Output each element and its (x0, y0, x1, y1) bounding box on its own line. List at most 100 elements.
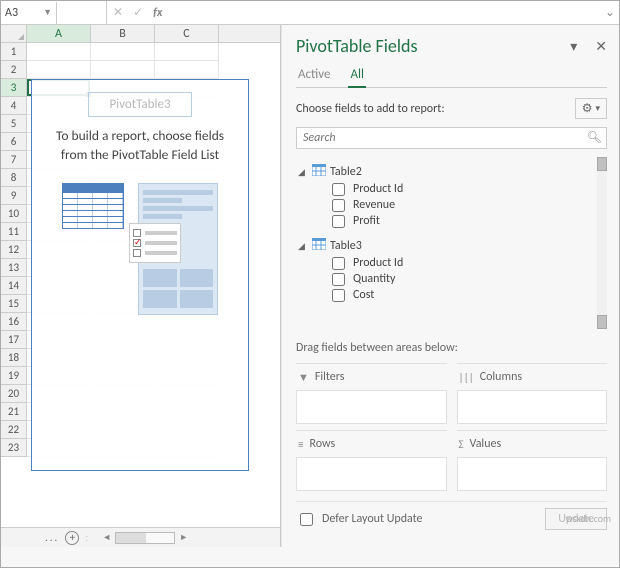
filters-dropzone[interactable] (296, 390, 447, 424)
field-checkbox[interactable] (332, 215, 345, 228)
table-icon (312, 164, 326, 180)
scroll-down-button[interactable] (597, 315, 607, 329)
pivottable-hint: To build a report, choose fields from th… (40, 127, 240, 165)
table-node[interactable]: ◢ Table2 (298, 163, 595, 181)
tab-active[interactable]: Active (296, 63, 332, 87)
formula-bar-buttons: ✕ ✓ fx (107, 5, 168, 20)
new-sheet-button[interactable]: + (65, 531, 79, 545)
drag-areas-label: Drag fields between areas below: (296, 341, 607, 355)
row-header[interactable]: 4 (1, 97, 27, 115)
expand-formula-bar-icon[interactable]: ⌄ (601, 5, 619, 20)
field-item[interactable]: Quantity (298, 271, 595, 287)
name-box[interactable]: A3 ▼ (1, 2, 57, 24)
column-headers: A B C (1, 25, 280, 43)
pivottable-fields-panel: PivotTable Fields ▾ ✕ Active All Choose … (281, 25, 619, 547)
name-box-spacer (57, 1, 107, 24)
columns-area[interactable]: |||Columns (457, 363, 608, 424)
row-header[interactable]: 8 (1, 169, 27, 187)
enter-icon: ✓ (133, 5, 143, 20)
rows-icon: ≡ (298, 438, 303, 451)
sigma-icon: Σ (459, 438, 464, 451)
filters-area[interactable]: ▼Filters (296, 363, 447, 424)
panel-options-icon[interactable]: ▾ (570, 38, 577, 55)
worksheet-area[interactable]: A B C 1 2 3 4 5 6 7 8 9 10 11 12 13 14 1… (1, 25, 281, 547)
field-checkbox[interactable] (332, 289, 345, 302)
sheet-tab-bar[interactable]: ... + : ◄ ► (1, 527, 280, 547)
row-header[interactable]: 23 (1, 439, 27, 457)
values-area[interactable]: ΣValues (457, 430, 608, 491)
field-checkbox[interactable] (332, 199, 345, 212)
scroll-right-icon[interactable]: ► (179, 532, 188, 543)
columns-dropzone[interactable] (457, 390, 608, 424)
search-input[interactable] (296, 127, 607, 149)
collapse-icon[interactable]: ◢ (298, 167, 308, 178)
row-header[interactable]: 2 (1, 61, 27, 79)
row-header[interactable]: 20 (1, 385, 27, 403)
field-list[interactable]: ◢ Table2 Product Id Revenue Profit ◢ Tab… (296, 157, 607, 329)
row-header[interactable]: 14 (1, 277, 27, 295)
chevron-down-icon: ▾ (595, 103, 600, 114)
row-header[interactable]: 5 (1, 115, 27, 133)
row-header[interactable]: 18 (1, 349, 27, 367)
choose-fields-label: Choose fields to add to report: (296, 102, 445, 116)
row-header[interactable]: 11 (1, 223, 27, 241)
col-header[interactable]: A (27, 25, 91, 42)
table-illustration-icon (62, 183, 124, 229)
pivottable-placeholder[interactable]: PivotTable3 To build a report, choose fi… (31, 79, 249, 471)
field-item[interactable]: Product Id (298, 181, 595, 197)
columns-icon: ||| (459, 371, 474, 384)
row-header[interactable]: 7 (1, 151, 27, 169)
field-checkbox[interactable] (332, 257, 345, 270)
panel-title: PivotTable Fields (296, 35, 418, 57)
horizontal-scrollbar[interactable] (115, 532, 175, 544)
row-header[interactable]: 22 (1, 421, 27, 439)
values-dropzone[interactable] (457, 457, 608, 491)
table-name: Table3 (330, 239, 362, 253)
row-header[interactable]: 19 (1, 367, 27, 385)
field-checkbox[interactable] (332, 183, 345, 196)
row-header[interactable]: 16 (1, 313, 27, 331)
row-header[interactable]: 21 (1, 403, 27, 421)
row-header[interactable]: 12 (1, 241, 27, 259)
close-icon[interactable]: ✕ (595, 38, 607, 55)
defer-layout-checkbox[interactable]: Defer Layout Update (296, 510, 423, 529)
row-header[interactable]: 6 (1, 133, 27, 151)
pivottable-illustration (40, 183, 240, 315)
panel-tabs: Active All (296, 63, 607, 88)
row-header[interactable]: 13 (1, 259, 27, 277)
collapse-icon[interactable]: ◢ (298, 241, 308, 252)
grid-body[interactable]: 1 2 3 4 5 6 7 8 9 10 11 12 13 14 15 16 1… (1, 43, 280, 527)
row-header[interactable]: 3 (1, 79, 27, 97)
field-item[interactable]: Product Id (298, 255, 595, 271)
row-header[interactable]: 15 (1, 295, 27, 313)
table-name: Table2 (330, 165, 362, 179)
name-box-value: A3 (5, 6, 18, 20)
row-header[interactable]: 9 (1, 187, 27, 205)
row-header[interactable]: 10 (1, 205, 27, 223)
row-header[interactable]: 17 (1, 331, 27, 349)
table-node[interactable]: ◢ Table3 (298, 237, 595, 255)
scroll-up-button[interactable] (597, 157, 607, 171)
tools-button[interactable]: ⚙▾ (575, 98, 607, 119)
fx-icon[interactable]: fx (153, 6, 162, 20)
rows-dropzone[interactable] (296, 457, 447, 491)
col-header[interactable]: C (155, 25, 219, 42)
defer-checkbox-input[interactable] (300, 513, 313, 526)
formula-bar: A3 ▼ ✕ ✓ fx ⌄ (1, 1, 619, 25)
search-box[interactable]: 🔍︎ (296, 127, 607, 149)
scroll-left-icon[interactable]: ◄ (102, 532, 111, 543)
col-header[interactable]: B (91, 25, 155, 42)
select-all-button[interactable] (1, 25, 27, 42)
chevron-down-icon[interactable]: ▼ (43, 7, 52, 18)
field-item[interactable]: Profit (298, 213, 595, 229)
sheet-nav-ellipsis[interactable]: ... (5, 531, 59, 544)
fieldlist-illustration-icon (138, 183, 218, 315)
search-icon: 🔍︎ (587, 130, 602, 145)
field-item[interactable]: Revenue (298, 197, 595, 213)
field-checkbox[interactable] (332, 273, 345, 286)
rows-area[interactable]: ≡Rows (296, 430, 447, 491)
tab-all[interactable]: All (348, 63, 366, 88)
field-item[interactable]: Cost (298, 287, 595, 303)
row-header[interactable]: 1 (1, 43, 27, 61)
table-icon (312, 238, 326, 254)
